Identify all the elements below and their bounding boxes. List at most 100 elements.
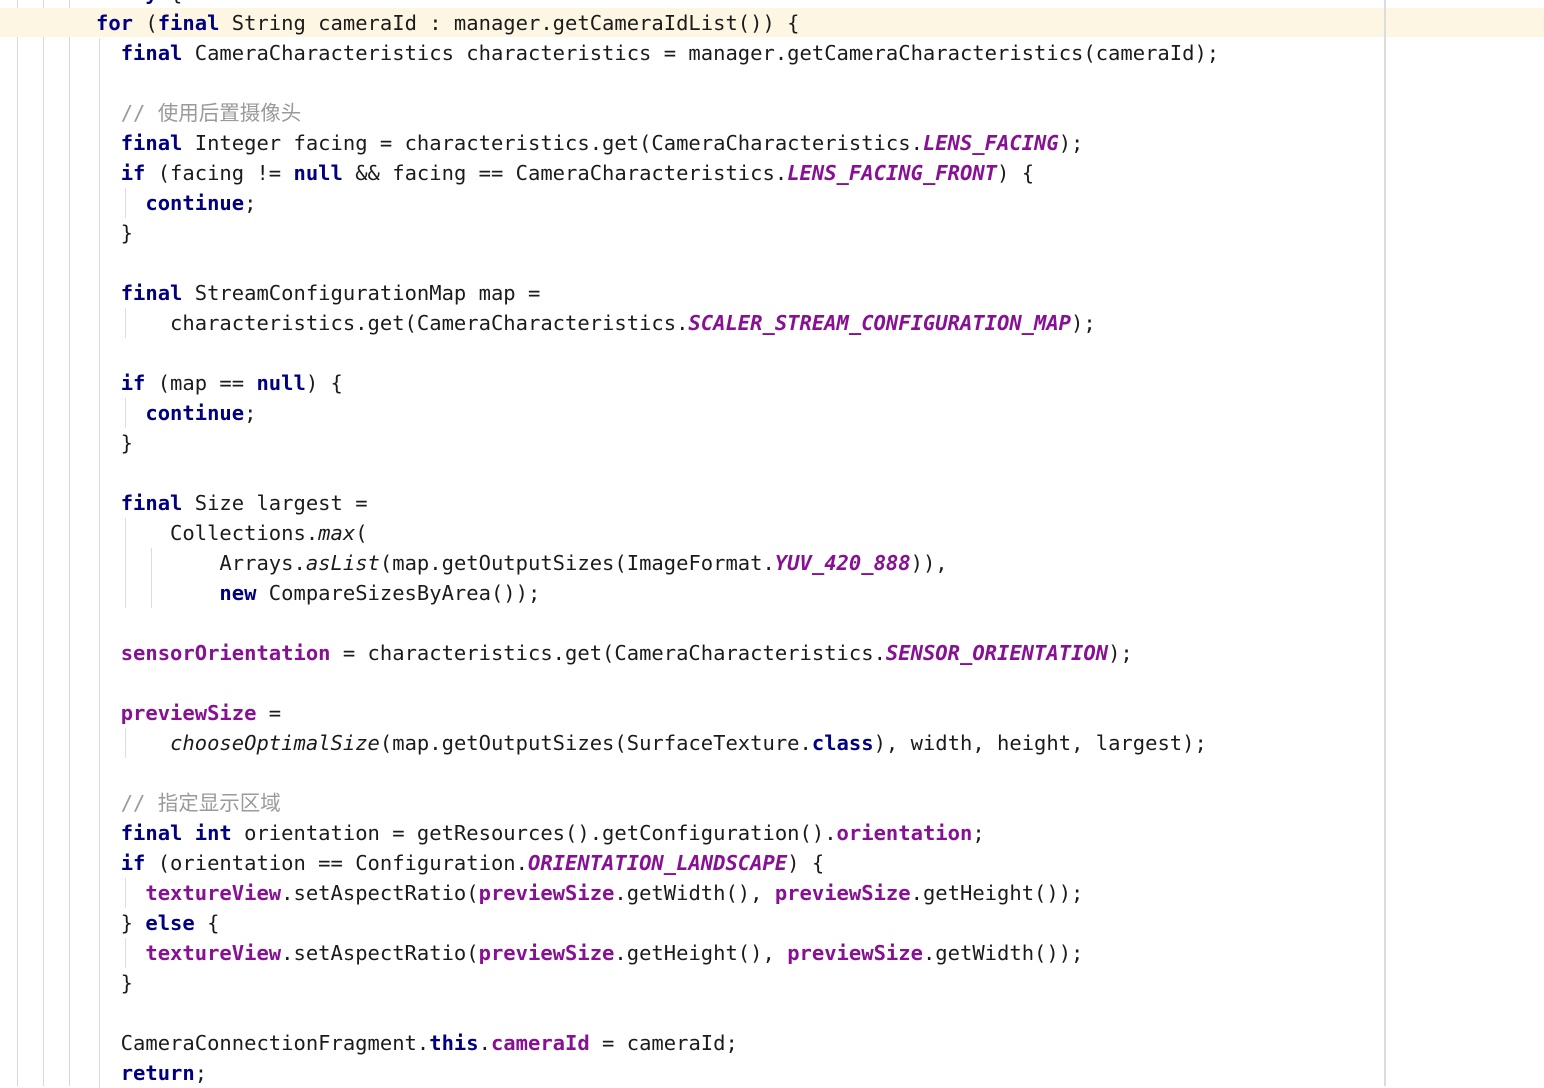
code-line[interactable] [0,68,1544,98]
code-line[interactable]: // 使用后置摄像头 [0,98,1544,128]
code-line[interactable]: final StreamConfigurationMap map = [0,278,1544,308]
code-line[interactable]: } [0,968,1544,998]
code-line[interactable]: new CompareSizesByArea()); [0,578,1544,608]
code-token-keyword: final [120,821,183,845]
code-line[interactable] [0,998,1544,1028]
code-token-plain: .getHeight()); [910,881,1084,905]
code-token-comment: // 使用后置摄像头 [120,101,302,125]
code-content[interactable]: try {for (final String cameraId : manage… [0,0,1544,1088]
code-token-keyword: class [811,731,874,755]
code-token-keyword: final [120,131,183,155]
code-line[interactable]: textureView.setAspectRatio(previewSize.g… [0,878,1544,908]
indent-guide-inline [99,578,100,608]
indent-guide-inline [125,878,126,908]
indent-guide-inline [99,728,100,758]
indent-guide-inline [99,188,100,218]
code-token-plain: ); [1071,311,1096,335]
code-line[interactable] [0,458,1544,488]
code-line[interactable]: final int orientation = getResources().g… [0,818,1544,848]
code-token-field: previewSize [478,881,615,905]
code-line[interactable] [0,248,1544,278]
code-line[interactable]: final Integer facing = characteristics.g… [0,128,1544,158]
code-line[interactable]: if (facing != null && facing == CameraCh… [0,158,1544,188]
code-token-plain: .setAspectRatio( [281,941,479,965]
code-token-keyword: new [219,581,257,605]
code-token-keyword: this [429,1031,479,1055]
indent-guide-inline [125,398,126,428]
code-line[interactable] [0,608,1544,638]
indent-guide-inline [125,308,126,338]
code-line[interactable]: if (orientation == Configuration.ORIENTA… [0,848,1544,878]
indent-guide-inline [125,518,126,548]
indent-guide-inline [99,398,100,428]
code-token-plain: ( [133,11,158,35]
code-line[interactable]: CameraConnectionFragment.this.cameraId =… [0,1028,1544,1058]
code-token-keyword: if [120,371,146,395]
code-line[interactable]: final CameraCharacteristics characterist… [0,38,1544,68]
code-line[interactable]: // 指定显示区域 [0,788,1544,818]
code-line[interactable] [0,758,1544,788]
code-token-plain: CameraCharacteristics characteristics = … [182,41,1220,65]
indent-guide-inline [151,548,152,578]
code-token-field: sensorOrientation [120,641,331,665]
code-token-plain: = cameraId; [589,1031,738,1055]
code-line[interactable]: sensorOrientation = characteristics.get(… [0,638,1544,668]
code-token-field: cameraId [490,1031,590,1055]
code-token-keyword: null [256,371,306,395]
code-token-keyword: final [120,281,183,305]
code-line[interactable]: } [0,218,1544,248]
code-line[interactable]: for (final String cameraId : manager.get… [0,8,1544,38]
code-line[interactable]: Arrays.asList(map.getOutputSizes(ImageFo… [0,548,1544,578]
code-line[interactable]: if (map == null) { [0,368,1544,398]
code-token-static-method: asList [305,551,380,575]
code-line[interactable]: return; [0,1058,1544,1088]
code-editor-viewport[interactable]: try {for (final String cameraId : manage… [0,0,1544,1088]
code-line[interactable]: final Size largest = [0,488,1544,518]
indent-guide-inline [99,248,100,278]
indent-guide-inline [99,848,100,878]
code-token-plain: } [96,221,134,245]
code-token-plain: = characteristics.get(CameraCharacterist… [330,641,886,665]
indent-guide-inline [151,578,152,608]
code-line[interactable]: try { [0,0,1544,8]
code-token-plain: CompareSizesByArea()); [256,581,541,605]
code-line[interactable]: } else { [0,908,1544,938]
code-token-plain: StreamConfigurationMap map = [182,281,541,305]
code-line[interactable]: characteristics.get(CameraCharacteristic… [0,308,1544,338]
code-token-field: textureView [145,881,282,905]
indent-guide-inline [125,938,126,968]
code-token-static-method: chooseOptimalSize [170,731,380,755]
indent-guide-inline [99,128,100,158]
code-token-static-constant: ORIENTATION_LANDSCAPE [527,851,788,875]
code-token-plain: (facing != [145,161,294,185]
indent-guide-inline [125,578,126,608]
code-token-plain: (map.getOutputSizes(SurfaceTexture. [379,731,812,755]
code-token-static-method: max [318,521,356,545]
code-line[interactable]: } [0,428,1544,458]
indent-guide-inline [99,548,100,578]
indent-guide-inline [125,728,126,758]
code-line[interactable] [0,668,1544,698]
code-token-static-constant: LENS_FACING_FRONT [787,161,998,185]
indent-guide-inline [99,998,100,1028]
code-line[interactable]: chooseOptimalSize(map.getOutputSizes(Sur… [0,728,1544,758]
indent-guide-inline [99,308,100,338]
code-token-field: textureView [145,941,282,965]
code-token-plain: ) { [787,851,825,875]
indent-guide-inline [99,758,100,788]
code-line[interactable]: continue; [0,188,1544,218]
code-token-plain: ; [972,821,985,845]
code-token-plain: } [96,971,134,995]
code-line[interactable]: continue; [0,398,1544,428]
code-token-plain: Collections. [96,521,319,545]
indent-guide-inline [99,488,100,518]
code-line[interactable]: Collections.max( [0,518,1544,548]
code-line[interactable]: textureView.setAspectRatio(previewSize.g… [0,938,1544,968]
code-line[interactable]: previewSize = [0,698,1544,728]
code-line[interactable] [0,338,1544,368]
